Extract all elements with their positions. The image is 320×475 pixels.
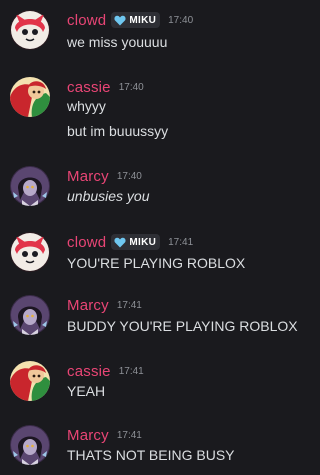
- timestamp[interactable]: 17:40: [119, 82, 144, 93]
- username[interactable]: Marcy: [67, 297, 109, 314]
- username[interactable]: cassie: [67, 79, 111, 96]
- heart-icon: [114, 15, 126, 25]
- timestamp[interactable]: 17:40: [117, 171, 142, 182]
- message-content: THATS NOT BEING BUSY: [67, 447, 235, 463]
- clowd-avatar-icon: [10, 232, 50, 272]
- timestamp[interactable]: 17:41: [117, 430, 142, 441]
- message-group: clowd MIKU 17:41 YOU'RE PLAYING ROBLOX: [0, 232, 306, 272]
- timestamp[interactable]: 17:40: [168, 15, 193, 26]
- heart-icon: [114, 237, 126, 247]
- avatar[interactable]: [10, 295, 50, 335]
- avatar[interactable]: [10, 361, 50, 401]
- chat-message-list: clowd MIKU 17:40 we miss youuuu cassie 1: [0, 0, 306, 475]
- avatar[interactable]: [10, 77, 50, 117]
- username[interactable]: clowd: [67, 234, 106, 251]
- marcy-avatar-icon: [10, 425, 50, 465]
- server-tag[interactable]: MIKU: [111, 234, 161, 250]
- avatar[interactable]: [10, 425, 50, 465]
- message-group: Marcy 17:40 unbusies you: [0, 166, 306, 206]
- clowd-avatar-icon: [10, 10, 50, 50]
- message-group: cassie 17:41 YEAH: [0, 361, 306, 401]
- message-group: Marcy 17:41 THATS NOT BEING BUSY: [0, 425, 306, 465]
- server-tag-label: MIKU: [129, 14, 157, 26]
- message-group: Marcy 17:41 BUDDY YOU'RE PLAYING ROBLOX: [0, 295, 306, 335]
- message-content: we miss youuuu: [67, 34, 168, 50]
- username[interactable]: clowd: [67, 12, 106, 29]
- timestamp[interactable]: 17:41: [117, 300, 142, 311]
- username[interactable]: cassie: [67, 363, 111, 380]
- message-content: but im buuussyy: [67, 123, 169, 139]
- message-content: BUDDY YOU'RE PLAYING ROBLOX: [67, 318, 298, 334]
- timestamp[interactable]: 17:41: [168, 237, 193, 248]
- message-group: cassie 17:40 whyyy but im buuussyy: [0, 77, 306, 147]
- marcy-avatar-icon: [10, 295, 50, 335]
- message-content: unbusies you: [67, 188, 150, 204]
- message-content: YEAH: [67, 383, 106, 399]
- avatar[interactable]: [10, 232, 50, 272]
- cassie-avatar-icon: [10, 361, 50, 401]
- avatar[interactable]: [10, 166, 50, 206]
- message-group: clowd MIKU 17:40 we miss youuuu: [0, 10, 306, 50]
- timestamp[interactable]: 17:41: [119, 366, 144, 377]
- avatar[interactable]: [10, 10, 50, 50]
- message-content: YOU'RE PLAYING ROBLOX: [67, 255, 246, 271]
- username[interactable]: Marcy: [67, 427, 109, 444]
- server-tag[interactable]: MIKU: [111, 12, 161, 28]
- message-content: whyyy: [67, 98, 106, 114]
- username[interactable]: Marcy: [67, 168, 109, 185]
- marcy-avatar-icon: [10, 166, 50, 206]
- cassie-avatar-icon: [10, 77, 50, 117]
- server-tag-label: MIKU: [129, 236, 157, 248]
